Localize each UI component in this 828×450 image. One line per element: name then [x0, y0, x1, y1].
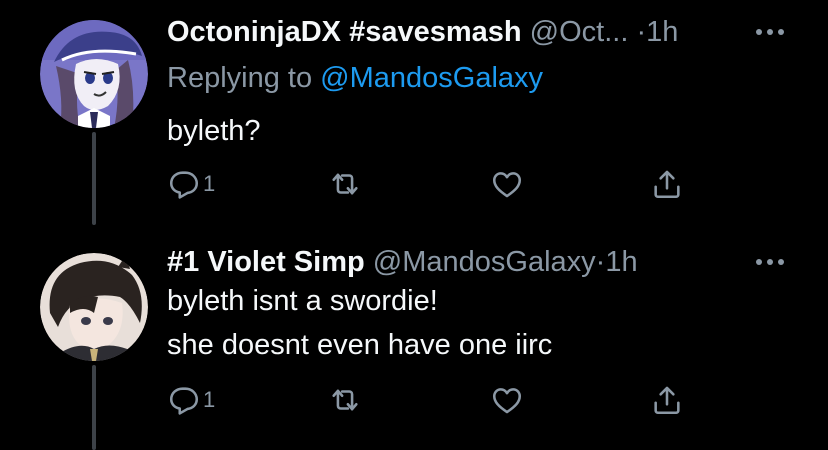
share-icon	[654, 386, 680, 415]
action-bar: 1	[0, 378, 828, 422]
tweet-text-line: she doesnt even have one iirc	[167, 329, 553, 361]
display-name[interactable]: OctoninjaDX #savesmash	[167, 16, 522, 48]
replying-to-label: Replying to	[167, 62, 313, 94]
replying-to-mention[interactable]: @MandosGalaxy	[320, 62, 543, 94]
tweet-text-line: byleth?	[167, 115, 261, 147]
timestamp[interactable]: 1h	[646, 16, 678, 48]
avatar-octoninja-icon	[40, 20, 148, 128]
tweet-text-line: byleth isnt a swordie!	[167, 285, 438, 317]
avatar-violet-simp-icon	[40, 253, 148, 361]
reply-icon	[169, 171, 199, 199]
action-bar: 1	[0, 162, 828, 206]
reply-count: 1	[203, 387, 216, 412]
reply-button[interactable]: 1	[167, 162, 215, 206]
avatar[interactable]	[40, 253, 148, 361]
handle[interactable]: @Oct...	[530, 16, 629, 48]
more-icon[interactable]	[755, 254, 785, 270]
like-icon	[492, 388, 522, 414]
tweet-header: #1 Violet Simp @MandosGalaxy·1h	[167, 242, 828, 282]
handle[interactable]: @MandosGalaxy	[373, 246, 596, 278]
like-button[interactable]	[490, 378, 524, 422]
separator-dot: ·	[595, 246, 606, 278]
more-icon[interactable]	[755, 24, 785, 40]
tweet-octoninja[interactable]: OctoninjaDX #savesmash @Oct... ·1h Reply…	[0, 0, 828, 225]
tweet-header: OctoninjaDX #savesmash @Oct... ·1h	[167, 12, 828, 52]
tweet-text: byleth isnt a swordie! she doesnt even h…	[167, 279, 552, 367]
like-icon	[492, 172, 522, 198]
avatar[interactable]	[40, 20, 148, 128]
share-icon	[654, 170, 680, 199]
tweet-violet-simp[interactable]: #1 Violet Simp @MandosGalaxy·1h byleth i…	[0, 225, 828, 450]
reply-icon	[169, 387, 199, 415]
retweet-icon	[332, 173, 358, 195]
timestamp[interactable]: 1h	[605, 246, 637, 278]
retweet-button[interactable]	[327, 378, 363, 422]
like-button[interactable]	[490, 162, 524, 206]
display-name[interactable]: #1 Violet Simp	[167, 246, 365, 278]
retweet-icon	[332, 389, 358, 411]
share-button[interactable]	[650, 162, 684, 206]
reply-count: 1	[203, 171, 216, 196]
reply-button[interactable]: 1	[167, 378, 215, 422]
tweet-text: byleth?	[167, 109, 261, 153]
separator-dot: ·	[636, 16, 647, 48]
retweet-button[interactable]	[327, 162, 363, 206]
replying-to-line: Replying to @MandosGalaxy	[167, 58, 543, 98]
share-button[interactable]	[650, 378, 684, 422]
